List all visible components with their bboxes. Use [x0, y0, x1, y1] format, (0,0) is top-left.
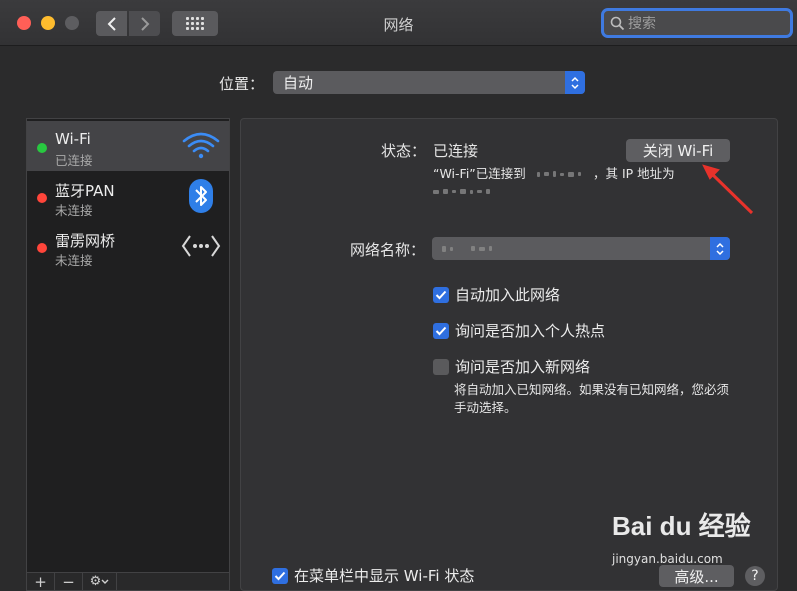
- bluetooth-icon: [181, 179, 221, 213]
- service-name: 雷雳网桥: [55, 232, 116, 250]
- checkbox-label: 在菜单栏中显示 Wi-Fi 状态: [294, 567, 475, 585]
- redacted-ip-address: [433, 189, 490, 194]
- status-description-prefix: “Wi-Fi”已连接到: [433, 166, 526, 181]
- service-status: 已连接: [55, 153, 93, 168]
- status-dot: [37, 143, 47, 153]
- checkmark-icon: [433, 286, 449, 303]
- ask-hotspot-checkbox[interactable]: 询问是否加入个人热点: [433, 320, 605, 341]
- search-field[interactable]: 搜索: [601, 8, 793, 38]
- updown-chevron-icon: [565, 71, 585, 94]
- location-label: 位置：: [219, 75, 265, 93]
- ask-note-line-2: 手动选择。: [454, 400, 517, 415]
- title-bar: 网络 搜索: [0, 0, 797, 46]
- turn-off-wifi-button[interactable]: 关闭 Wi-Fi: [626, 139, 730, 162]
- redacted-selected-network: [442, 245, 492, 252]
- wifi-icon: [181, 129, 221, 163]
- gear-icon: ⚙: [89, 574, 102, 589]
- auto-join-checkbox[interactable]: 自动加入此网络: [433, 284, 560, 305]
- status-label: 状态：: [381, 142, 427, 160]
- service-item-wifi[interactable]: Wi-Fi 已连接: [27, 121, 229, 171]
- status-description-suffix: ，其 IP 地址为: [593, 166, 675, 181]
- checkbox-label: 询问是否加入新网络: [455, 358, 591, 376]
- service-list: Wi-Fi 已连接 蓝牙PAN 未连接 雷雳网桥 未连接 + − ⚙: [26, 118, 230, 591]
- checkmark-icon: [272, 567, 288, 584]
- status-value: 已连接: [433, 142, 479, 160]
- remove-service-button[interactable]: −: [55, 573, 83, 591]
- show-in-menubar-checkbox[interactable]: 在菜单栏中显示 Wi-Fi 状态: [272, 565, 474, 586]
- service-name: 蓝牙PAN: [55, 182, 115, 200]
- search-icon: [610, 16, 625, 30]
- service-list-toolbar: + − ⚙: [27, 572, 229, 591]
- ask-note-line-1: 将自动加入已知网络。如果没有已知网络，您必须: [454, 382, 730, 397]
- checkmark-icon: [433, 322, 449, 339]
- location-value: 自动: [283, 74, 314, 92]
- checkbox-label: 自动加入此网络: [455, 286, 561, 304]
- help-button[interactable]: ?: [745, 566, 765, 586]
- unchecked-box-icon: [433, 358, 449, 375]
- thunderbolt-bridge-icon: [181, 229, 221, 263]
- action-menu-button[interactable]: ⚙: [83, 573, 117, 590]
- network-name-label: 网络名称：: [350, 241, 426, 259]
- checkbox-label: 询问是否加入个人热点: [455, 322, 606, 340]
- service-item-bluetooth-pan[interactable]: 蓝牙PAN 未连接: [27, 171, 229, 221]
- search-placeholder: 搜索: [628, 16, 656, 32]
- updown-chevron-icon: [710, 237, 730, 260]
- watermark-brand: Bai du 经验: [612, 511, 751, 541]
- status-dot: [37, 243, 47, 253]
- chevron-down-icon: [101, 579, 109, 584]
- ask-new-network-checkbox[interactable]: 询问是否加入新网络: [433, 356, 590, 377]
- service-item-thunderbolt-bridge[interactable]: 雷雳网桥 未连接: [27, 221, 229, 271]
- baidu-watermark: Bai du 经验 jingyan.baidu.com: [612, 506, 751, 566]
- advanced-button[interactable]: 高级...: [659, 565, 734, 587]
- watermark-url: jingyan.baidu.com: [612, 552, 723, 566]
- redacted-network-name: [537, 171, 581, 177]
- service-status: 未连接: [55, 203, 93, 218]
- add-service-button[interactable]: +: [27, 573, 55, 591]
- status-dot: [37, 193, 47, 203]
- location-select[interactable]: 自动: [273, 71, 585, 94]
- service-status: 未连接: [55, 253, 93, 268]
- service-name: Wi-Fi: [55, 130, 91, 148]
- network-name-select[interactable]: [432, 237, 730, 260]
